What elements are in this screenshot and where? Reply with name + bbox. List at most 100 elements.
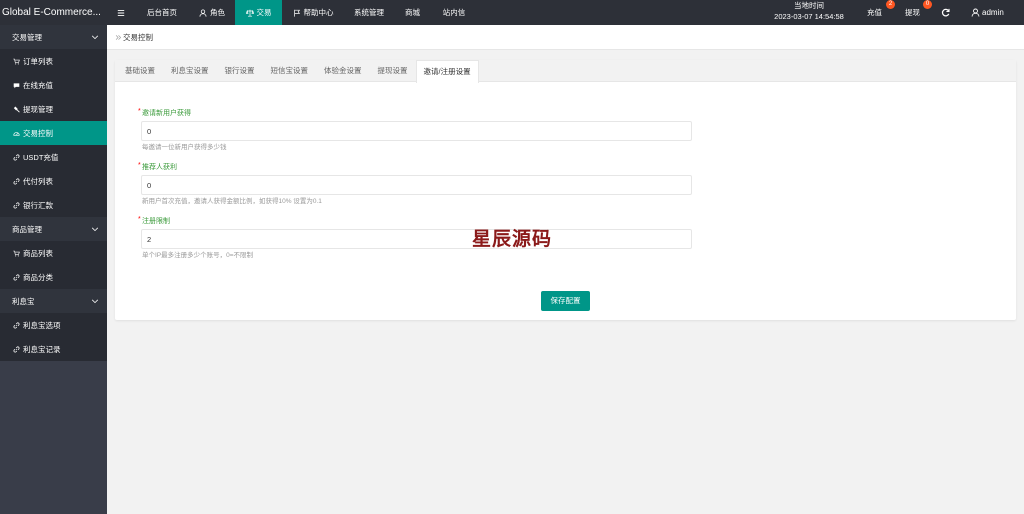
- sidebar-toggle-button[interactable]: [107, 0, 135, 25]
- sidebar-item-label: 利息宝记录: [23, 344, 61, 354]
- tab-interest-settings[interactable]: 利息宝设置: [163, 60, 217, 82]
- chat-icon: [13, 82, 20, 88]
- sidebar-group-label: 交易管理: [12, 32, 42, 42]
- settings-card: 基础设置 利息宝设置 银行设置 短信宝设置 体验金设置 提现设置 邀请/注册设置…: [115, 60, 1016, 320]
- sidebar-group-interest[interactable]: 利息宝: [0, 289, 107, 313]
- nav-item-label: 帮助中心: [303, 8, 334, 17]
- recharge-link[interactable]: 充值: [867, 8, 882, 17]
- invite-reward-input[interactable]: [141, 121, 692, 141]
- double-chevron-right-icon: [115, 34, 122, 40]
- user-icon: [971, 8, 980, 17]
- nav-item-mall[interactable]: 商城: [394, 0, 431, 25]
- link-icon: [13, 322, 20, 328]
- required-mark: *: [138, 162, 141, 169]
- nav-item-label: 角色: [210, 8, 225, 17]
- link-icon: [13, 202, 20, 208]
- user-name[interactable]: admin: [982, 8, 1004, 17]
- gavel-icon: [13, 106, 20, 112]
- sidebar-item-bank-transfer[interactable]: 银行汇款: [0, 193, 107, 217]
- sidebar-item-label: 提现管理: [23, 104, 53, 114]
- top-header: Global E-Commerce... 后台首页 角色 交易 帮助中心 系统管…: [0, 0, 1024, 25]
- sidebar-group-label: 商品管理: [12, 224, 42, 234]
- user-avatar[interactable]: [971, 8, 980, 17]
- nav-item-trade[interactable]: 交易: [235, 0, 282, 25]
- sidebar-item-withdraw-management[interactable]: 提现管理: [0, 97, 107, 121]
- app-logo-title[interactable]: Global E-Commerce...: [0, 0, 107, 25]
- nav-item-role[interactable]: 角色: [189, 0, 235, 25]
- required-mark: *: [138, 216, 141, 223]
- tab-trial-fund-settings[interactable]: 体验金设置: [316, 60, 370, 82]
- chevron-down-icon: [91, 35, 99, 40]
- nav-item-dashboard[interactable]: 后台首页: [135, 0, 189, 25]
- sidebar-item-label: 交易控制: [23, 128, 53, 138]
- register-limit-input[interactable]: [141, 229, 692, 249]
- sidebar-item-product-list[interactable]: 商品列表: [0, 241, 107, 265]
- refresh-icon: [941, 8, 950, 17]
- tab-withdraw-settings[interactable]: 提现设置: [370, 60, 416, 82]
- tab-invite-register-settings[interactable]: 邀请/注册设置: [415, 60, 479, 83]
- field-label: 注册限制: [142, 218, 170, 225]
- sidebar-item-interest-options[interactable]: 利息宝选项: [0, 313, 107, 337]
- sidebar-item-trade-control[interactable]: 交易控制: [0, 121, 107, 145]
- referrer-profit-input[interactable]: [141, 175, 692, 195]
- sidebar-item-order-list[interactable]: 订单列表: [0, 49, 107, 73]
- scale-icon: [245, 9, 254, 17]
- sidebar-group-label: 利息宝: [12, 296, 35, 306]
- nav-item-messages[interactable]: 站内信: [431, 0, 477, 25]
- sidebar-item-label: 商品列表: [23, 248, 53, 258]
- cart-icon: [13, 58, 20, 64]
- chevron-down-icon: [91, 227, 99, 232]
- form-field-invite-reward: * 邀请新用户获得 每邀请一位新用户获得多少钱: [138, 108, 698, 158]
- dashboard-icon: [13, 131, 20, 136]
- nav-item-label: 交易: [256, 8, 272, 17]
- sidebar-group-trade[interactable]: 交易管理: [0, 25, 107, 49]
- nav-item-label: 商城: [405, 8, 420, 17]
- cart-icon: [13, 250, 20, 256]
- user-icon: [199, 8, 207, 17]
- link-icon: [13, 154, 20, 160]
- settings-tabs: 基础设置 利息宝设置 银行设置 短信宝设置 体验金设置 提现设置 邀请/注册设置: [115, 60, 1016, 83]
- breadcrumb-current[interactable]: 交易控制: [123, 32, 153, 43]
- refresh-button[interactable]: [941, 8, 950, 17]
- sidebar-item-label: 代付列表: [23, 176, 53, 186]
- sidebar: 交易管理 订单列表 在线充值 提现管理 交易控制 USDT充值 代付列表 银行汇…: [0, 25, 107, 514]
- chevron-down-icon: [91, 299, 99, 304]
- sidebar-item-interest-records[interactable]: 利息宝记录: [0, 337, 107, 361]
- field-help: 新用户首次充值，邀请人获得金额比例，如获得10% 设置为0.1: [142, 198, 322, 205]
- link-icon: [13, 346, 20, 352]
- menu-icon: [117, 9, 125, 16]
- recharge-badge: 2: [886, 0, 895, 9]
- field-help: 单个IP最多注册多少个账号，0=不限制: [142, 252, 254, 259]
- tab-bank-settings[interactable]: 银行设置: [217, 60, 263, 82]
- sidebar-item-online-recharge[interactable]: 在线充值: [0, 73, 107, 97]
- save-config-button[interactable]: 保存配置: [541, 291, 590, 311]
- local-time: 当地时间 2023-03-07 14:54:58: [768, 0, 850, 25]
- nav-item-help-center[interactable]: 帮助中心: [282, 0, 344, 25]
- nav-item-system[interactable]: 系统管理: [344, 0, 394, 25]
- withdraw-link[interactable]: 提现: [905, 8, 920, 17]
- local-time-value: 2023-03-07 14:54:58: [774, 12, 844, 21]
- sidebar-item-payout-list[interactable]: 代付列表: [0, 169, 107, 193]
- withdraw-badge: 0: [923, 0, 932, 9]
- field-label: 邀请新用户获得: [142, 110, 191, 117]
- sidebar-item-label: 在线充值: [23, 80, 53, 90]
- nav-item-label: 站内信: [442, 8, 466, 17]
- local-time-label: 当地时间: [794, 1, 824, 10]
- sidebar-group-products[interactable]: 商品管理: [0, 217, 107, 241]
- nav-item-label: 后台首页: [147, 8, 177, 17]
- breadcrumb: 交易控制: [107, 25, 1024, 50]
- tab-sms-settings[interactable]: 短信宝设置: [263, 60, 317, 82]
- tab-basic-settings[interactable]: 基础设置: [117, 60, 163, 82]
- sidebar-item-label: 商品分类: [23, 272, 53, 282]
- link-icon: [13, 274, 20, 280]
- field-help: 每邀请一位新用户获得多少钱: [142, 144, 227, 151]
- sidebar-item-product-category[interactable]: 商品分类: [0, 265, 107, 289]
- link-icon: [13, 178, 20, 184]
- sidebar-item-label: 订单列表: [23, 56, 53, 66]
- sidebar-item-label: 利息宝选项: [23, 320, 61, 330]
- field-label: 推荐人获利: [142, 164, 177, 171]
- flag-icon: [293, 9, 300, 17]
- required-mark: *: [138, 108, 141, 115]
- form-field-register-limit: * 注册限制 单个IP最多注册多少个账号，0=不限制: [138, 216, 698, 266]
- sidebar-item-usdt-recharge[interactable]: USDT充值: [0, 145, 107, 169]
